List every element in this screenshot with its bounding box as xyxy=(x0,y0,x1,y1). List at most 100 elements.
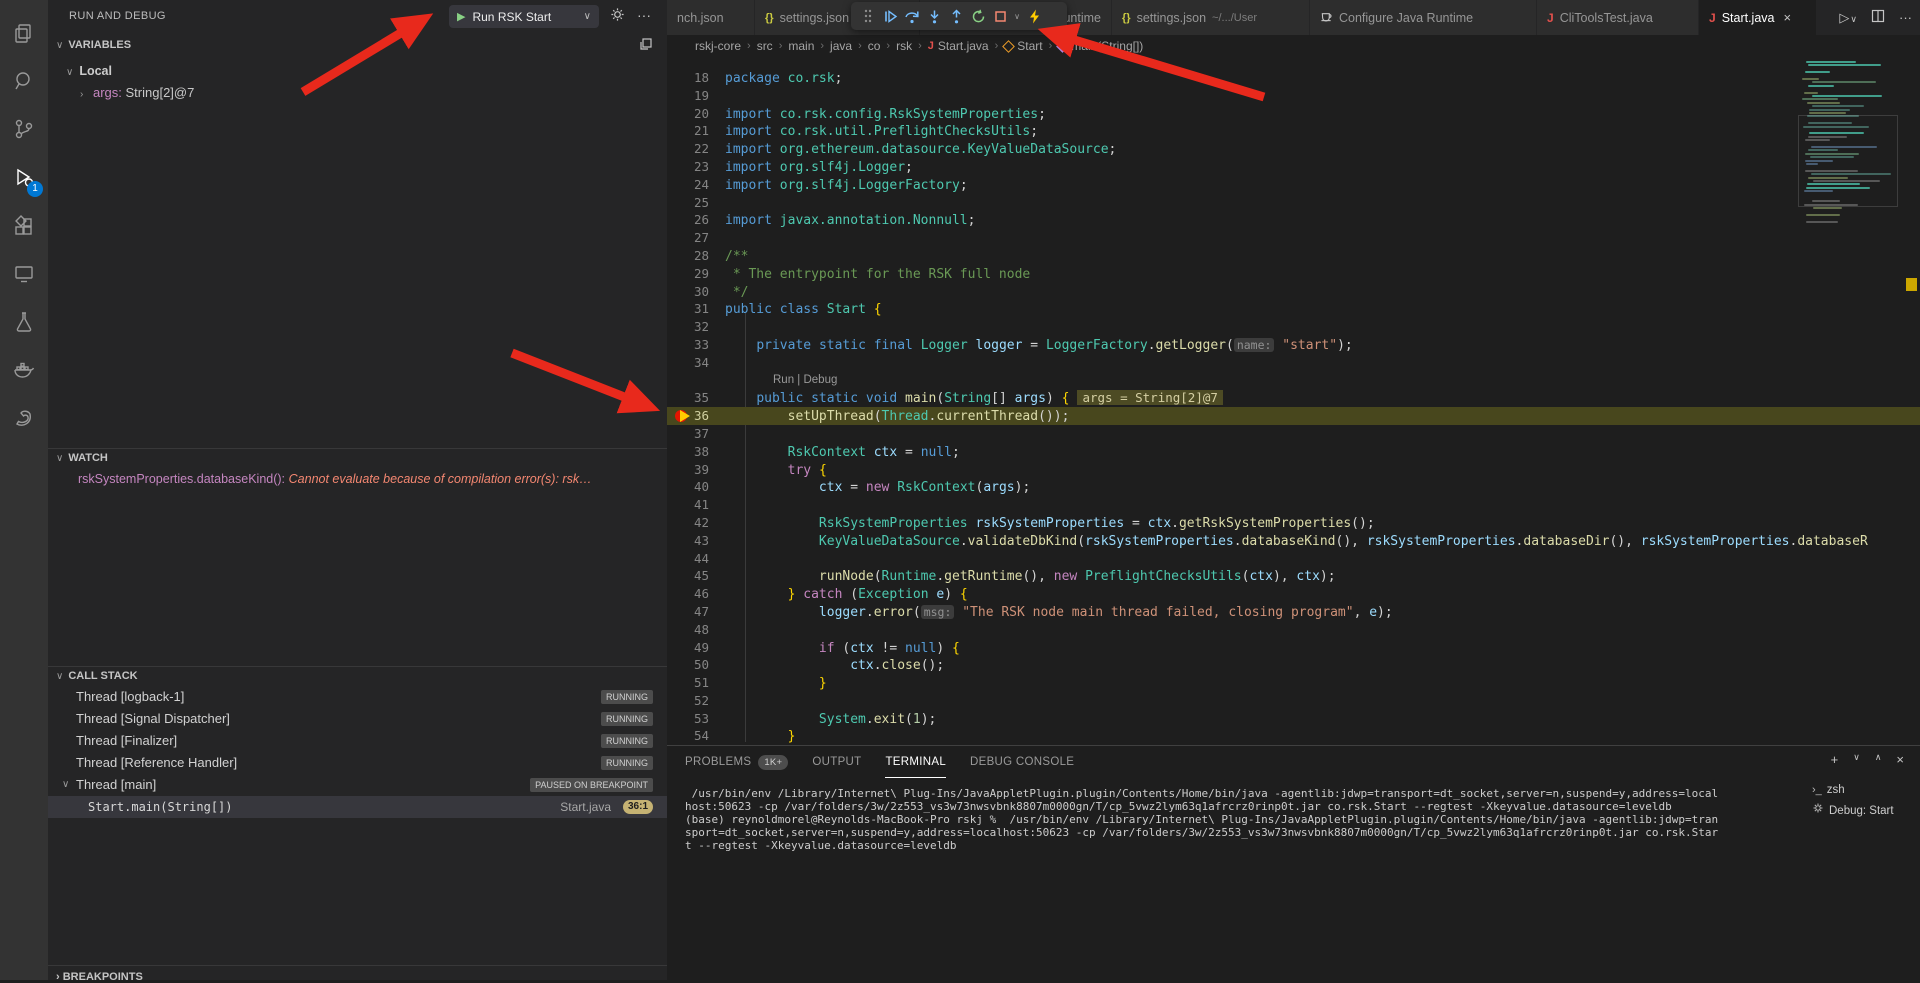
testing-icon[interactable] xyxy=(0,300,48,344)
docker-icon[interactable] xyxy=(0,348,48,392)
run-config-dropdown[interactable]: ▶ Run RSK Start ∨ xyxy=(449,5,599,28)
line-number[interactable]: 40 xyxy=(667,478,725,496)
line-number[interactable]: 22 xyxy=(667,140,725,158)
breadcrumb-item-co[interactable]: co xyxy=(868,39,881,53)
line-number[interactable]: 51 xyxy=(667,674,725,692)
variables-section-header[interactable]: ∨VARIABLES xyxy=(56,39,131,51)
line-number[interactable]: 50 xyxy=(667,656,725,674)
breadcrumb-item-src[interactable]: src xyxy=(757,39,773,53)
line-number[interactable]: 42 xyxy=(667,514,725,532)
chevron-down-icon[interactable]: ∨ xyxy=(1853,752,1860,767)
line-number[interactable]: 52 xyxy=(667,692,725,710)
line-number[interactable]: 39 xyxy=(667,461,725,479)
breadcrumb-item-java[interactable]: java xyxy=(830,39,852,53)
variables-scope-local[interactable]: ∨Local xyxy=(66,60,112,82)
line-number[interactable]: 49 xyxy=(667,639,725,657)
terminal-instance-debug[interactable]: Debug: Start xyxy=(1808,801,1920,822)
line-number[interactable]: 28 xyxy=(667,247,725,265)
tab-settings-json[interactable]: {}settings.json~/.../User xyxy=(1112,0,1310,35)
split-editor-icon[interactable] xyxy=(1871,9,1885,26)
line-number[interactable]: 26 xyxy=(667,211,725,229)
close-icon[interactable]: × xyxy=(1784,10,1792,25)
run-file-icon[interactable]: ▷ ∨ xyxy=(1839,10,1857,26)
line-number[interactable]: 46 xyxy=(667,585,725,603)
line-number[interactable]: 18 xyxy=(667,69,725,87)
breadcrumb-item-rskj-core[interactable]: rskj-core xyxy=(695,39,741,53)
more-actions-icon[interactable]: ··· xyxy=(637,7,651,23)
line-number[interactable]: 37 xyxy=(667,425,725,443)
step-over-icon[interactable] xyxy=(901,5,923,27)
watch-section-header[interactable]: ∨WATCH xyxy=(56,452,108,464)
breadcrumb-item-main[interactable]: main xyxy=(788,39,814,53)
line-number[interactable]: 53 xyxy=(667,710,725,728)
chevron-down-icon[interactable]: ∨ xyxy=(1011,5,1023,27)
gear-icon[interactable] xyxy=(610,7,625,27)
codelens-run-debug[interactable]: Run | Debug xyxy=(773,372,837,390)
new-terminal-icon[interactable]: + xyxy=(1831,752,1839,767)
tab-configure-java-runtime[interactable]: Configure Java Runtime xyxy=(1310,0,1537,35)
line-number[interactable]: 23 xyxy=(667,158,725,176)
step-out-icon[interactable] xyxy=(945,5,967,27)
line-number[interactable]: 25 xyxy=(667,194,725,212)
restart-icon[interactable] xyxy=(967,5,989,27)
tab-output[interactable]: OUTPUT xyxy=(812,746,861,778)
thread-row[interactable]: Thread [Reference Handler]RUNNING xyxy=(48,752,667,774)
terminal-output[interactable]: /usr/bin/env /Library/Internet\ Plug-Ins… xyxy=(685,787,1805,852)
line-number[interactable]: 29 xyxy=(667,265,725,283)
more-actions-icon[interactable]: ··· xyxy=(1899,10,1912,25)
gradle-icon[interactable] xyxy=(0,396,48,440)
thread-row[interactable]: Thread [Finalizer]RUNNING xyxy=(48,730,667,752)
tab-start-java[interactable]: JStart.java× xyxy=(1699,0,1817,35)
tab-debug-console[interactable]: DEBUG CONSOLE xyxy=(970,746,1074,778)
stop-icon[interactable] xyxy=(989,5,1011,27)
breadcrumb-item-start[interactable]: Start xyxy=(1004,39,1042,53)
line-number[interactable]: 48 xyxy=(667,621,725,639)
drag-handle-icon[interactable] xyxy=(857,5,879,27)
watch-expression[interactable]: rskSystemProperties.databaseKind(): Cann… xyxy=(78,468,653,490)
line-number[interactable]: 43 xyxy=(667,532,725,550)
explorer-icon[interactable] xyxy=(0,12,48,56)
line-number[interactable]: 31 xyxy=(667,300,725,318)
line-number[interactable]: 30 xyxy=(667,283,725,301)
hot-code-replace-icon[interactable] xyxy=(1023,5,1045,27)
breadcrumb-item-rsk[interactable]: rsk xyxy=(896,39,912,53)
remote-explorer-icon[interactable] xyxy=(0,252,48,296)
search-icon[interactable] xyxy=(0,59,48,103)
step-into-icon[interactable] xyxy=(923,5,945,27)
line-number[interactable]: 45 xyxy=(667,567,725,585)
line-number[interactable]: 47 xyxy=(667,603,725,621)
line-number[interactable]: 24 xyxy=(667,176,725,194)
stack-frame-row[interactable]: Start.main(String[]) Start.java 36:1 xyxy=(48,796,667,818)
continue-icon[interactable] xyxy=(879,5,901,27)
line-number[interactable]: 44 xyxy=(667,550,725,568)
line-number[interactable]: 34 xyxy=(667,354,725,372)
run-and-debug-icon[interactable]: 1 xyxy=(0,156,48,200)
breakpoint-exec-pointer-icon[interactable] xyxy=(675,409,695,423)
tab-terminal[interactable]: TERMINAL xyxy=(885,746,946,778)
source-control-icon[interactable] xyxy=(0,107,48,151)
line-number[interactable]: 20 xyxy=(667,105,725,123)
close-panel-icon[interactable]: × xyxy=(1896,752,1904,767)
maximize-panel-icon[interactable]: ∧ xyxy=(1875,752,1882,767)
extensions-icon[interactable] xyxy=(0,205,48,249)
line-number[interactable]: 35 xyxy=(667,389,725,407)
line-number[interactable]: 21 xyxy=(667,122,725,140)
breakpoints-section-header[interactable]: › BREAKPOINTS xyxy=(56,971,143,983)
thread-row[interactable]: ∨Thread [main]PAUSED ON BREAKPOINT xyxy=(48,774,667,796)
line-number[interactable]: 19 xyxy=(667,87,725,105)
tab-problems[interactable]: PROBLEMS 1K+ xyxy=(685,746,788,778)
tab-nch-json[interactable]: nch.json xyxy=(667,0,755,35)
terminal-instance-zsh[interactable]: ›_ zsh xyxy=(1808,780,1920,801)
line-number[interactable]: 38 xyxy=(667,443,725,461)
line-number[interactable]: 33 xyxy=(667,336,725,354)
breadcrumb-item-start-java[interactable]: JStart.java xyxy=(928,39,989,53)
line-number[interactable]: 41 xyxy=(667,496,725,514)
line-number[interactable]: 27 xyxy=(667,229,725,247)
breadcrumb-item-main-string-[interactable]: main(String[]) xyxy=(1058,39,1143,53)
line-number[interactable]: 32 xyxy=(667,318,725,336)
thread-row[interactable]: Thread [logback-1]RUNNING xyxy=(48,686,667,708)
line-number[interactable]: 54 xyxy=(667,727,725,745)
thread-row[interactable]: Thread [Signal Dispatcher]RUNNING xyxy=(48,708,667,730)
tab-clitoolstest-java[interactable]: JCliToolsTest.java xyxy=(1537,0,1699,35)
variable-args[interactable]: › args: String[2]@7 xyxy=(80,82,194,104)
